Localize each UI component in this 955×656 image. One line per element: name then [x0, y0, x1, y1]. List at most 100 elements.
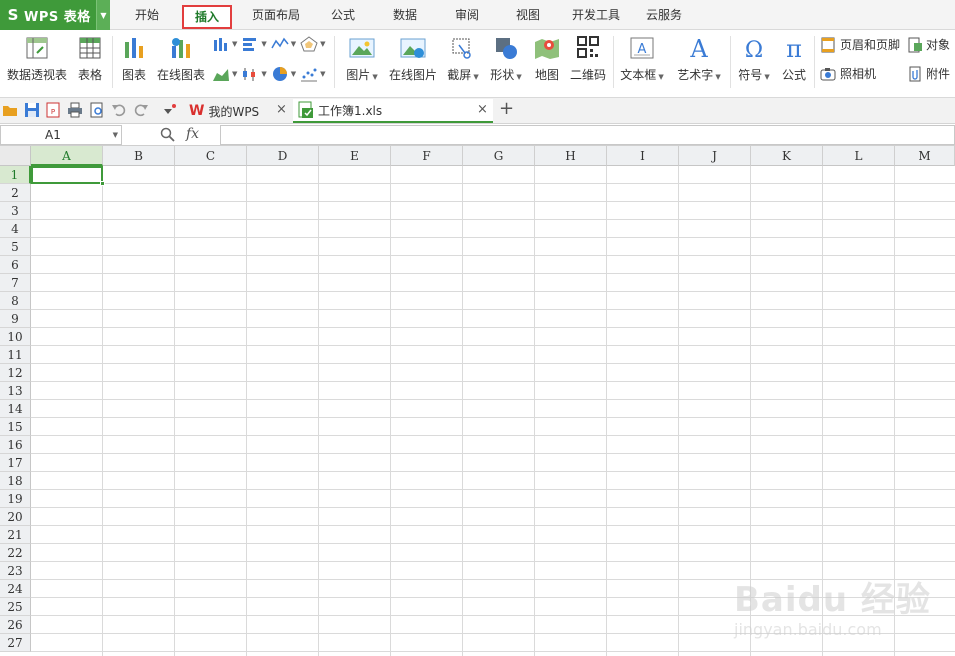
row-header[interactable]: 16 [0, 436, 31, 454]
column-header[interactable]: K [751, 146, 823, 166]
row-header[interactable]: 9 [0, 310, 31, 328]
picture-button[interactable]: 图片 ▼ [340, 36, 384, 83]
tab-review[interactable]: 审阅 [442, 0, 492, 30]
active-cell-a1[interactable] [31, 166, 103, 184]
camera-button[interactable]: 照相机 [820, 65, 876, 82]
row-header[interactable]: 8 [0, 292, 31, 310]
new-tab-plus-icon[interactable]: + [499, 98, 514, 119]
screenshot-button[interactable]: 截屏 ▼ [444, 36, 482, 83]
row-header[interactable]: 5 [0, 238, 31, 256]
app-menu-button[interactable]: S WPS 表格 ▼ [0, 0, 110, 30]
area-chart-icon[interactable] [212, 66, 230, 82]
name-box[interactable]: A1 ▼ [0, 125, 122, 145]
chevron-down-icon[interactable]: ▼ [113, 126, 118, 144]
object-button[interactable]: 对象 [907, 36, 950, 53]
row-header[interactable]: 4 [0, 220, 31, 238]
row-header[interactable]: 3 [0, 202, 31, 220]
zoom-search-icon[interactable] [160, 127, 176, 143]
customize-toolbar-icon[interactable] [160, 102, 180, 118]
column-header[interactable]: G [463, 146, 535, 166]
row-header[interactable]: 24 [0, 580, 31, 598]
fill-handle[interactable] [100, 181, 105, 186]
column-header[interactable]: B [103, 146, 175, 166]
column-header[interactable]: I [607, 146, 679, 166]
row-header[interactable]: 25 [0, 598, 31, 616]
save-icon[interactable] [24, 102, 40, 118]
undo-icon[interactable] [111, 102, 127, 118]
row-header[interactable]: 26 [0, 616, 31, 634]
close-icon[interactable]: × [477, 102, 488, 117]
close-icon[interactable]: × [276, 102, 287, 117]
redo-icon[interactable] [133, 102, 149, 118]
chevron-down-icon[interactable]: ▼ [96, 0, 110, 30]
row-header[interactable]: 12 [0, 364, 31, 382]
row-header[interactable]: 21 [0, 526, 31, 544]
row-header[interactable]: 2 [0, 184, 31, 202]
row-header[interactable]: 17 [0, 454, 31, 472]
row-header[interactable]: 11 [0, 346, 31, 364]
scatter-chart-icon[interactable] [300, 66, 318, 82]
column-chart-icon[interactable] [212, 36, 230, 52]
tab-view[interactable]: 视图 [503, 0, 553, 30]
tab-insert[interactable]: 插入 [182, 5, 232, 29]
export-pdf-icon[interactable]: P [45, 102, 61, 118]
column-header[interactable]: J [679, 146, 751, 166]
column-header[interactable]: A [31, 146, 103, 166]
row-header[interactable]: 18 [0, 472, 31, 490]
row-header[interactable]: 27 [0, 634, 31, 652]
row-header[interactable]: 22 [0, 544, 31, 562]
bar-chart-horizontal-icon[interactable] [241, 36, 259, 52]
fx-icon[interactable]: fx [186, 126, 199, 142]
menu-bar: S WPS 表格 ▼ 开始 插入 页面布局 公式 数据 审阅 视图 开发工具 云… [0, 0, 955, 30]
column-header[interactable]: M [895, 146, 955, 166]
row-header[interactable]: 6 [0, 256, 31, 274]
open-folder-icon[interactable] [2, 102, 18, 118]
header-footer-button[interactable]: 页眉和页脚 [820, 36, 900, 53]
online-chart-button[interactable]: 在线图表 [154, 36, 208, 83]
stock-chart-icon[interactable] [241, 66, 259, 82]
tab-formulas[interactable]: 公式 [318, 0, 368, 30]
tab-developer[interactable]: 开发工具 [562, 0, 630, 30]
column-header[interactable]: D [247, 146, 319, 166]
chart-button[interactable]: 图表 [118, 36, 150, 83]
symbol-button[interactable]: Ω 符号 ▼ [734, 36, 774, 83]
shape-button[interactable]: 形状 ▼ [486, 36, 526, 83]
column-header[interactable]: L [823, 146, 895, 166]
print-preview-icon[interactable] [89, 102, 105, 118]
row-header[interactable]: 13 [0, 382, 31, 400]
formula-button[interactable]: π 公式 [778, 36, 810, 83]
row-header[interactable]: 14 [0, 400, 31, 418]
column-header[interactable]: F [391, 146, 463, 166]
table-button[interactable]: 表格 [72, 36, 108, 83]
wps-logo-icon: S [7, 6, 19, 24]
row-header[interactable]: 20 [0, 508, 31, 526]
row-header[interactable]: 19 [0, 490, 31, 508]
row-header[interactable]: 23 [0, 562, 31, 580]
line-chart-icon[interactable] [271, 36, 289, 52]
tab-start[interactable]: 开始 [122, 0, 172, 30]
pie-chart-icon[interactable] [271, 66, 289, 82]
column-header[interactable]: C [175, 146, 247, 166]
tab-page-layout[interactable]: 页面布局 [244, 0, 308, 30]
map-button[interactable]: 地图 [530, 36, 564, 83]
column-header[interactable]: H [535, 146, 607, 166]
radar-chart-icon[interactable] [300, 36, 318, 52]
row-header[interactable]: 15 [0, 418, 31, 436]
row-header[interactable]: 7 [0, 274, 31, 292]
qrcode-button[interactable]: 二维码 [566, 36, 610, 83]
tab-data[interactable]: 数据 [380, 0, 430, 30]
doc-tab-my-wps[interactable]: W 我的WPS × [186, 99, 290, 123]
select-all-corner[interactable] [0, 146, 31, 166]
formula-input[interactable] [220, 125, 955, 145]
textbox-button[interactable]: A 文本框 ▼ [618, 36, 666, 83]
doc-tab-workbook[interactable]: 工作簿1.xls × [293, 99, 493, 123]
row-header[interactable]: 10 [0, 328, 31, 346]
column-header[interactable]: E [319, 146, 391, 166]
arttext-button[interactable]: A 艺术字 ▼ [674, 36, 724, 83]
online-picture-button[interactable]: 在线图片 [386, 36, 440, 83]
pivot-table-button[interactable]: 数据透视表 [4, 36, 70, 83]
attachment-button[interactable]: 附件 [907, 65, 950, 82]
tab-cloud-services[interactable]: 云服务 [636, 0, 692, 30]
print-icon[interactable] [67, 102, 83, 118]
row-header[interactable]: 1 [0, 166, 31, 184]
